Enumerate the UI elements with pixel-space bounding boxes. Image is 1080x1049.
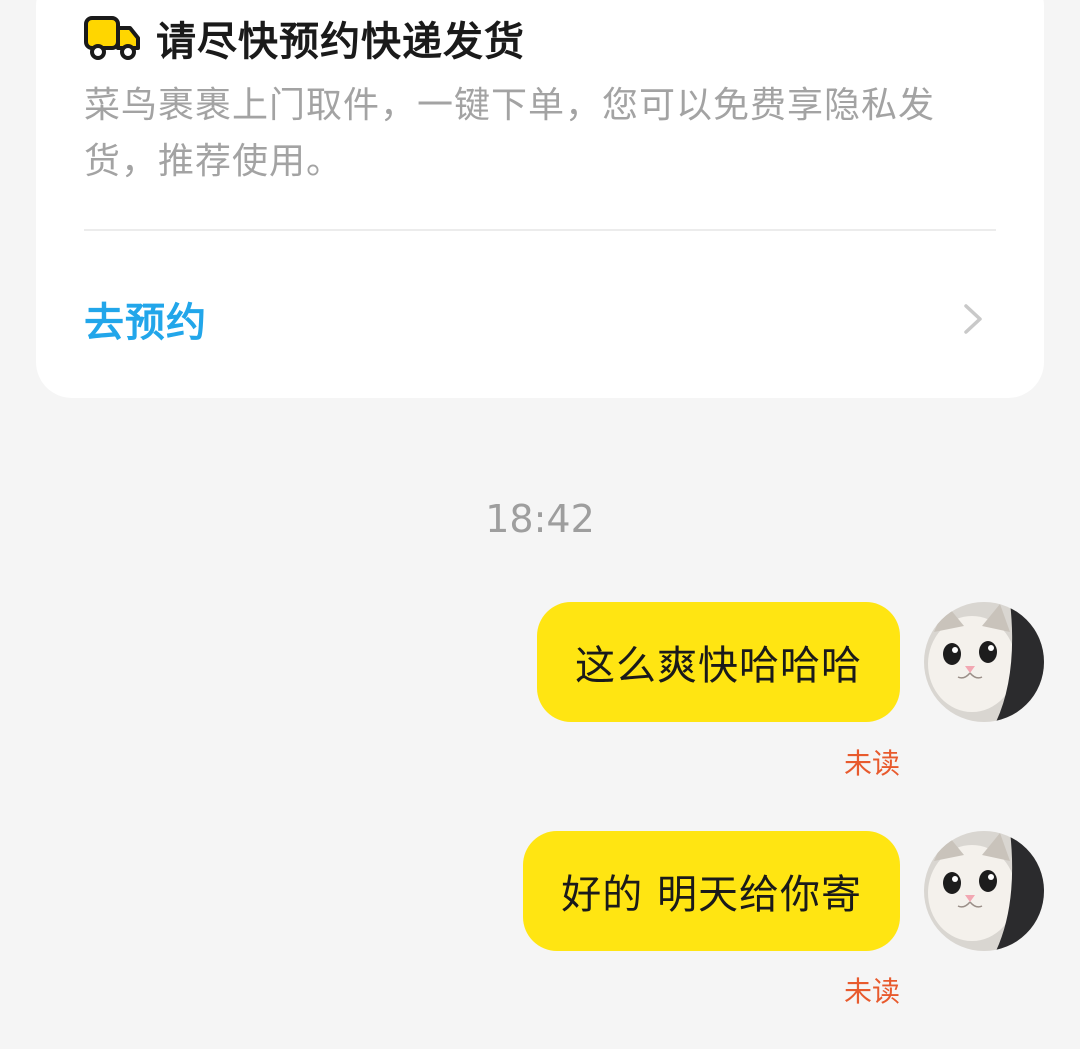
chat-timestamp: 18:42 bbox=[485, 497, 595, 541]
unread-status: 未读 bbox=[843, 975, 900, 1008]
unread-status: 未读 bbox=[843, 747, 900, 780]
message-bubble[interactable]: 好的 明天给你寄 bbox=[523, 831, 900, 951]
card-description: 菜鸟裹裹上门取件，一键下单，您可以免费享隐私发货，推荐使用。 bbox=[84, 85, 936, 182]
avatar[interactable] bbox=[924, 831, 1044, 951]
message-bubble[interactable]: 这么爽快哈哈哈 bbox=[537, 602, 900, 722]
card-divider bbox=[84, 229, 996, 231]
message-row: 这么爽快哈哈哈 bbox=[537, 602, 1044, 722]
card-title: 请尽快预约快递发货 bbox=[156, 19, 525, 65]
truck-icon bbox=[84, 16, 140, 60]
chevron-right-icon[interactable] bbox=[961, 301, 985, 337]
book-pickup-link[interactable]: 去预约 bbox=[84, 290, 207, 348]
avatar[interactable] bbox=[924, 602, 1044, 722]
shipping-reminder-card: 请尽快预约快递发货 菜鸟裹裹上门取件，一键下单，您可以免费享隐私发货，推荐使用。… bbox=[36, 0, 1044, 398]
message-row: 好的 明天给你寄 bbox=[523, 831, 1044, 951]
card-title-row: 请尽快预约快递发货 bbox=[84, 8, 525, 68]
